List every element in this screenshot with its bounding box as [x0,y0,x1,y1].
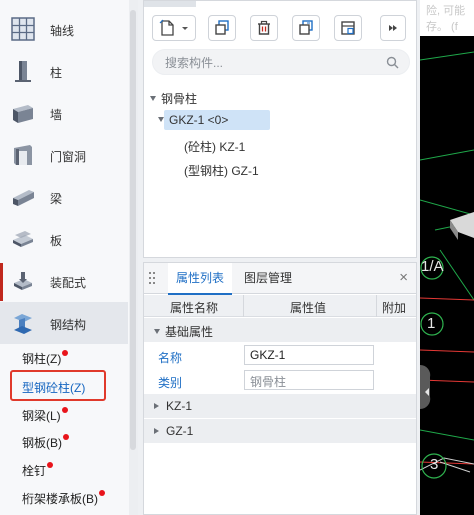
slab-icon [13,231,33,247]
category-prefab[interactable]: 装配式 [0,260,128,302]
duplicate-icon [299,20,313,35]
expand-caret-icon[interactable] [158,117,164,122]
drawing-canvas[interactable]: 险, 可能 存。 (f 1/A 1 3 [420,0,474,515]
expand-caret-icon[interactable] [150,96,156,101]
property-name-label: 名称 [158,351,183,365]
steel-item-truss-deck[interactable]: 桁架楼承板(B) [22,490,105,507]
category-slab[interactable]: 板 [0,218,128,260]
steel-item-steel-beam[interactable]: 钢梁(L) [22,407,68,424]
copy-icon [215,20,229,35]
column-divider[interactable] [243,295,244,317]
component-search-box [152,49,410,75]
column-header-name: 属性名称 [170,301,219,315]
tree-child-node[interactable]: (型钢柱) GZ-1 [184,162,259,179]
expand-icon [389,25,397,31]
category-label: 装配式 [50,276,87,290]
property-name-label: 类别 [158,376,183,390]
sidebar-scrollbar-thumb[interactable] [130,10,136,450]
properties-panel: 属性列表 图层管理 × 属性名称 属性值 附加 基础属性 名称 GKZ-1 类别… [143,262,417,515]
search-icon[interactable] [386,56,399,69]
tree-root-node[interactable]: 钢骨柱 [150,90,197,107]
door-window-icon [14,145,32,165]
category-label: 钢结构 [50,318,87,332]
new-indicator-dot [63,434,69,440]
component-list-panel: 钢骨柱 GKZ-1 <0> (砼柱) KZ-1 (型钢柱) GZ-1 [143,0,417,258]
category-label: 梁 [50,192,63,206]
new-indicator-dot [61,407,68,413]
beam-icon [13,190,34,206]
property-value-name-field[interactable]: GKZ-1 [244,345,374,365]
duplicate-component-button[interactable] [292,15,320,41]
tab-property-list[interactable]: 属性列表 [168,263,233,295]
steel-item-steel-plate[interactable]: 钢板(B) [22,434,69,451]
category-beam[interactable]: 梁 [0,176,128,218]
wall-icon [13,105,33,123]
category-label: 门窗洞 [50,150,87,164]
axis-label: 3 [430,456,439,473]
category-axis[interactable]: 轴线 [0,8,128,50]
panel-tab-strip [144,1,196,7]
property-value-category-field: 钢骨柱 [244,370,374,390]
property-row-name: 名称 GKZ-1 [144,343,416,368]
dropdown-icon [182,27,188,30]
steel-item-shear-stud[interactable]: 栓钉 [22,462,54,479]
component-search-input[interactable] [165,54,375,71]
layer-copy-button[interactable] [334,15,362,41]
expand-caret-icon[interactable] [154,403,159,409]
properties-tab-bar: 属性列表 图层管理 × [144,263,416,295]
category-column[interactable]: 柱 [0,50,128,92]
category-wall[interactable]: 墙 [0,92,128,134]
new-component-icon [159,19,188,36]
delete-component-button[interactable] [250,15,278,41]
property-group-gz[interactable]: GZ-1 [144,419,416,443]
expand-caret-icon[interactable] [154,428,159,434]
tree-child-node[interactable]: (砼柱) KZ-1 [184,138,245,155]
steel-structure-icon [14,314,32,334]
delete-icon [258,20,270,35]
close-panel-button[interactable]: × [399,270,408,285]
property-group-kz[interactable]: KZ-1 [144,394,416,418]
properties-table-header: 属性名称 属性值 附加 [144,295,416,317]
drag-handle-icon[interactable] [149,272,157,286]
axis-label: 1/A [421,258,444,275]
column-header-value: 属性值 [290,301,327,315]
steel-item-steel-column[interactable]: 钢柱(Z) [22,350,69,367]
new-indicator-dot [62,350,69,356]
new-indicator-dot [47,462,54,468]
column-icon [15,61,31,82]
column-header-extra: 附加 [382,301,407,315]
category-label: 板 [50,234,63,248]
category-label: 墙 [50,108,63,122]
property-group-basic[interactable]: 基础属性 [144,318,416,342]
property-row-category: 类别 钢骨柱 [144,368,416,393]
sidebar-scrollbar[interactable] [129,0,138,515]
new-indicator-dot [99,490,105,496]
category-steel-structure[interactable]: 钢结构 [0,302,128,344]
column-divider[interactable] [376,295,377,317]
tab-layer-management[interactable]: 图层管理 [236,263,300,294]
category-label: 柱 [50,66,63,80]
prefab-icon [14,272,32,290]
new-component-button[interactable] [152,15,196,41]
copy-component-button[interactable] [208,15,236,41]
collapse-caret-icon[interactable] [154,329,160,334]
component-category-sidebar: 轴线 柱 墙 门窗洞 梁 板 装配式 钢结构 钢柱(Z) 型钢砼柱(Z) 钢梁(… [0,0,138,515]
expand-panel-button[interactable] [380,15,406,41]
category-label: 轴线 [50,24,75,38]
axis-label: 1 [427,315,436,332]
category-door-window[interactable]: 门窗洞 [0,134,128,176]
layer-copy-icon [341,21,355,35]
selection-highlight-box [10,370,106,401]
tree-node-selected[interactable]: GKZ-1 <0> [158,113,228,127]
grid-icon [11,17,35,41]
